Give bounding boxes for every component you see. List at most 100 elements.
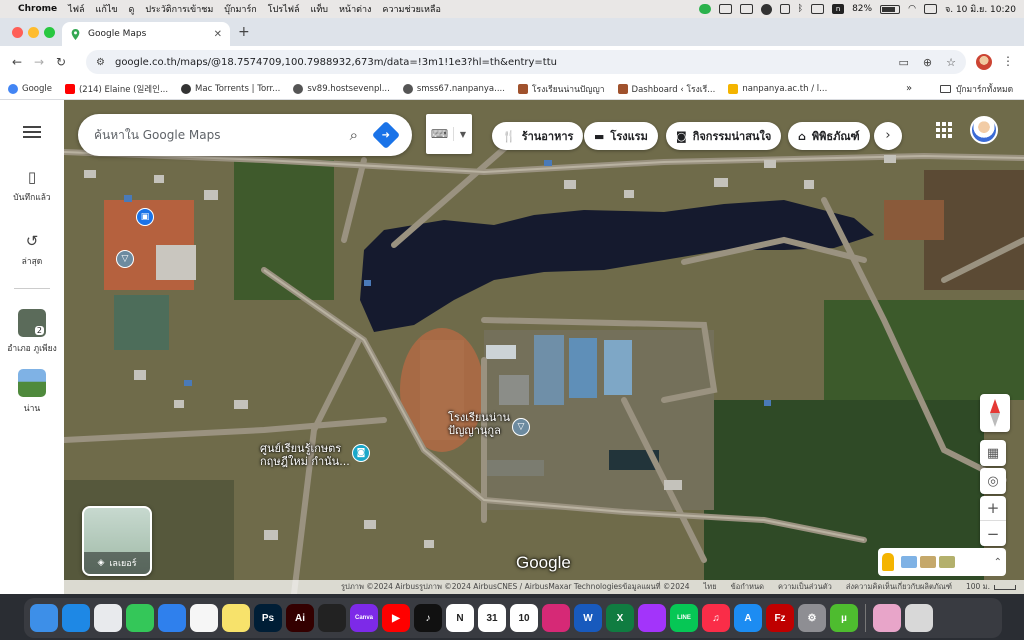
camera-pin-icon[interactable]: ◙ (352, 444, 370, 462)
menu-history[interactable]: ประวัติการเข้าชม (145, 2, 213, 16)
rail-recent-place-nan[interactable]: น่าน (18, 369, 46, 415)
dock-app-settings-icon[interactable]: ⚙ (798, 604, 826, 632)
feedback-link[interactable]: ส่งความคิดเห็นเกี่ยวกับผลิตภัณฑ์ (846, 581, 952, 593)
imagery-thumbnail[interactable] (920, 556, 936, 568)
zoom-window-button[interactable] (44, 27, 55, 38)
dock-app-final-cut-icon[interactable] (318, 604, 346, 632)
compass-button[interactable] (980, 394, 1010, 432)
wordpress-tray-icon[interactable] (760, 3, 772, 15)
chrome-menu-icon[interactable]: ⋮ (1002, 54, 1014, 68)
menu-edit[interactable]: แก้ไข (96, 2, 118, 16)
menu-chrome[interactable]: Chrome (18, 4, 57, 14)
google-apps-icon[interactable] (936, 122, 952, 138)
zoom-in-button[interactable]: + (980, 496, 1006, 521)
new-tab-button[interactable]: + (238, 24, 250, 40)
search-input[interactable]: ค้นหาใน Google Maps (94, 126, 220, 145)
dock-app-messages-icon[interactable] (126, 604, 154, 632)
dock-app-notion-icon[interactable]: N (446, 604, 474, 632)
chip-hotels[interactable]: ▬ โรงแรม (584, 122, 658, 150)
input-tools-button[interactable]: ⌨ ▼ (426, 114, 472, 154)
control-center-icon[interactable] (923, 4, 937, 14)
directions-icon[interactable]: ➜ (371, 120, 401, 150)
close-window-button[interactable] (12, 27, 23, 38)
bluetooth-icon[interactable]: ᛒ (798, 4, 803, 14)
search-box[interactable]: ค้นหาใน Google Maps ⌕ ➜ (78, 114, 412, 156)
chip-museums[interactable]: ⌂ พิพิธภัณฑ์ (788, 122, 870, 150)
dock-app-preview-icon[interactable] (873, 604, 901, 632)
imagery-thumbnail[interactable] (901, 556, 917, 568)
dock-app-canva-icon[interactable]: Canva (350, 604, 378, 632)
chevron-down-icon[interactable]: ▼ (454, 130, 472, 139)
dock-app-youtube-icon[interactable]: ▶ (382, 604, 410, 632)
language-link[interactable]: ไทย (704, 581, 717, 593)
dock-app-calendar-31-icon[interactable]: 31 (478, 604, 506, 632)
n-tray-icon[interactable]: n (832, 4, 845, 14)
rail-recent-place-phu-phiang[interactable]: 2 อำเภอ ภูเพียง (7, 309, 57, 355)
menu-hamburger-icon[interactable] (23, 126, 41, 138)
dock-app-line-icon[interactable]: LINE (670, 604, 698, 632)
rail-recent[interactable]: ↺ ล่าสุด (22, 232, 43, 268)
dock-app-mail-icon[interactable] (158, 604, 186, 632)
bookmark-google[interactable]: Google (8, 83, 52, 94)
battery-icon[interactable] (880, 4, 901, 14)
menu-help[interactable]: ความช่วยเหลือ (382, 2, 440, 16)
terms-link[interactable]: ข้อกำหนด (731, 581, 764, 593)
profile-avatar[interactable] (976, 54, 992, 70)
bookmark-smss67[interactable]: smss67.nanpanya.... (402, 83, 505, 94)
dock-app-trash-icon[interactable] (905, 604, 933, 632)
school-pin-icon[interactable]: ▽ (512, 418, 530, 436)
dock-app-calendar-icon[interactable]: 10 (510, 604, 538, 632)
bookmark-mac-torrents[interactable]: Mac Torrents | Torr... (181, 83, 280, 94)
bookmark-dashboard[interactable]: Dashboard ‹ โรงเรี... (617, 82, 715, 96)
account-avatar[interactable] (970, 116, 998, 144)
search-icon[interactable]: ⌕ (350, 126, 358, 144)
bookmarks-overflow-button[interactable]: » (906, 83, 912, 94)
school-pin-icon[interactable]: ▣ (136, 208, 154, 226)
keyboard-tray-icon[interactable] (811, 4, 825, 14)
menu-profiles[interactable]: โปรไฟล์ (268, 2, 300, 16)
satellite-map[interactable]: ค้นหาใน Google Maps ⌕ ➜ ⌨ ▼ 🍴 ร้านอาหาร … (64, 100, 1024, 594)
back-button[interactable]: ← (6, 55, 28, 69)
rail-saved[interactable]: ▯ บันทึกแล้ว (13, 168, 50, 204)
volume-icon[interactable] (779, 4, 790, 14)
address-bar[interactable]: ⚙ google.co.th/maps/@18.7574709,100.7988… (86, 50, 966, 74)
label-nan-panyanukul-school[interactable]: โรงเรียนน่าน ปัญญานุกูล (448, 411, 510, 437)
dock-app-music-icon[interactable]: ♫ (702, 604, 730, 632)
dock-app-messenger-icon[interactable] (638, 604, 666, 632)
bookmark-nanpanya[interactable]: nanpanya.ac.th / l... (728, 83, 827, 94)
bookmark-sv89[interactable]: sv89.hostsevenpl... (293, 83, 390, 94)
clipboard-tray-icon[interactable] (739, 4, 753, 14)
chip-restaurants[interactable]: 🍴 ร้านอาหาร (492, 122, 584, 150)
dock-app-excel-icon[interactable]: X (606, 604, 634, 632)
chip-things-to-do[interactable]: ◙ กิจกรรมน่าสนใจ (666, 122, 782, 150)
expand-icon[interactable]: ⌃ (994, 557, 1002, 568)
forward-button[interactable]: → (28, 55, 50, 69)
bookmark-youtube[interactable]: (214) Elaine (일레인... (64, 83, 168, 95)
menu-window[interactable]: หน้าต่าง (339, 2, 371, 16)
cast-icon[interactable]: ▭ (899, 56, 909, 69)
dock-app-app-store-icon[interactable]: A (734, 604, 762, 632)
dock-app-photos-icon[interactable] (190, 604, 218, 632)
dock-app-filezilla-icon[interactable]: Fz (766, 604, 794, 632)
tab-google-maps[interactable]: Google Maps ✕ (62, 22, 230, 46)
menu-bookmarks[interactable]: บุ๊กมาร์ก (224, 2, 256, 16)
all-bookmarks-folder[interactable]: บุ๊กมาร์กทั้งหมด (940, 82, 1013, 96)
place-pin-icon[interactable]: ▽ (116, 250, 134, 268)
dock-app-finder-icon[interactable] (30, 604, 58, 632)
dock-app-photoshop-icon[interactable]: Ps (254, 604, 282, 632)
dock-app-safari-icon[interactable] (62, 604, 90, 632)
layers-button[interactable]: ◈ เลเยอร์ (82, 506, 152, 576)
menu-tab[interactable]: แท็บ (311, 2, 328, 16)
chips-next-button[interactable]: › (874, 122, 902, 150)
dock-app-illustrator-icon[interactable]: Ai (286, 604, 314, 632)
dock-app-chrome-icon[interactable] (94, 604, 122, 632)
site-info-icon[interactable]: ⚙ (96, 57, 105, 68)
line-tray-icon[interactable] (698, 4, 711, 14)
dock-app-utorrent-icon[interactable]: µ (830, 604, 858, 632)
bookmark-school[interactable]: โรงเรียนน่านปัญญา (517, 82, 605, 96)
menu-view[interactable]: ดู (128, 2, 134, 16)
label-agri-learning-center[interactable]: ศูนย์เรียนรู้เกษตร กฤษฎีใหม่ กำนัน... (260, 442, 350, 468)
street-view-grid-button[interactable]: ▦ (980, 440, 1006, 466)
reload-button[interactable]: ↻ (50, 55, 72, 69)
menu-file[interactable]: ไฟล์ (68, 2, 84, 16)
